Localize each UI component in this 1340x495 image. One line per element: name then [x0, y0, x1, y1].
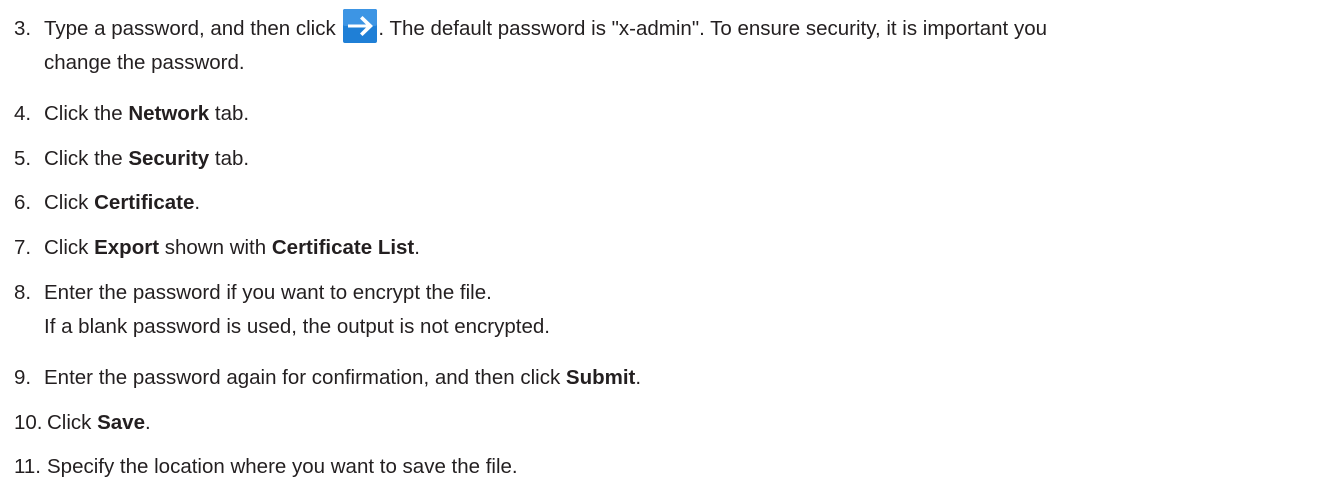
step-text: Click the — [44, 102, 129, 125]
step-text: Specify the location where you want to s… — [47, 455, 518, 478]
ui-term-certificate: Certificate — [94, 191, 195, 214]
step-text: tab. — [209, 102, 250, 125]
step-text: Click — [44, 191, 95, 214]
step-text: Click — [44, 236, 95, 259]
step-text: shown with — [159, 236, 272, 259]
step-number: 11. — [14, 455, 41, 478]
step-7: 7. Click Export shown with Certificate Li… — [14, 233, 1334, 263]
step-text: . — [414, 236, 420, 259]
step-number: 9. — [14, 366, 32, 389]
ui-term-save: Save — [97, 411, 145, 434]
step-3-line-2: change the password. — [44, 51, 245, 74]
step-text: Enter the password again for confirmatio… — [44, 366, 566, 389]
step-text-continued: . The default password is "x-admin". To … — [378, 17, 1047, 40]
step-number: 4. — [14, 102, 32, 125]
instruction-steps: 3. Type a password, and then click . The … — [0, 0, 1340, 495]
step-11: 11. Specify the location where you want t… — [14, 452, 1334, 482]
ui-term-certificate-list: Certificate List — [271, 236, 415, 259]
step-number: 10. — [14, 411, 43, 434]
step-3: 3. Type a password, and then click . The … — [14, 8, 1334, 44]
step-8: 8. Enter the password if you want to encr… — [14, 278, 1334, 308]
ui-term-export: Export — [94, 236, 160, 259]
step-text: Click — [47, 411, 98, 434]
step-number: 7. — [14, 236, 32, 259]
ui-term-submit: Submit — [565, 366, 636, 389]
ui-term-network: Network — [128, 102, 210, 125]
step-text: Enter the password if you want to encryp… — [44, 281, 492, 304]
step-10: 10. Click Save. — [14, 408, 1334, 438]
step-9: 9. Enter the password again for confirmat… — [14, 363, 1334, 393]
step-text: tab. — [209, 147, 250, 170]
step-text: Type a password, and then click — [44, 17, 336, 40]
ui-term-security: Security — [128, 147, 210, 170]
step-text: Click the — [44, 147, 129, 170]
step-text: . — [194, 191, 201, 214]
step-text: . — [635, 366, 642, 389]
step-number: 3. — [14, 17, 32, 40]
step-number: 5. — [14, 147, 32, 170]
step-5: 5. Click the Security tab. — [14, 144, 1334, 174]
step-text: . — [145, 411, 151, 434]
step-number: 6. — [14, 191, 32, 214]
step-6: 6. Click Certificate. — [14, 188, 1334, 218]
step-number: 8. — [14, 281, 32, 304]
step-4: 4. Click the Network tab. — [14, 99, 1334, 129]
arrow-right-icon — [343, 8, 378, 43]
step-8-line-2: If a blank password is used, the output … — [44, 315, 550, 338]
